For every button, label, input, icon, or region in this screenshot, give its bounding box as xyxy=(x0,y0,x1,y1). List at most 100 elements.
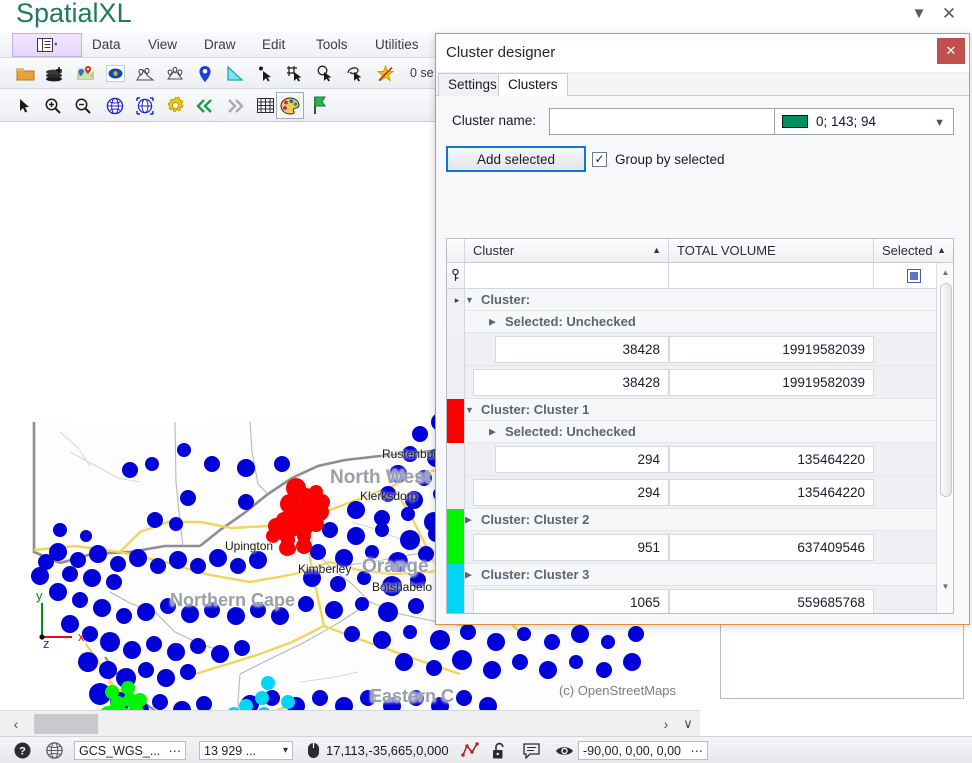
grid-group-row[interactable]: ▼Cluster: Cluster 1 xyxy=(447,399,953,421)
scroll-right-icon[interactable]: › xyxy=(658,715,674,733)
cell-total-volume[interactable]: 637409546 xyxy=(669,534,874,561)
grid-header-cluster[interactable]: Cluster ▲ xyxy=(465,239,669,262)
add-selected-button[interactable]: Add selected xyxy=(446,146,586,172)
crs-field[interactable]: GCS_WGS_... ⋯ xyxy=(74,737,186,763)
open-folder-icon[interactable] xyxy=(12,61,38,86)
select-rectangle-icon[interactable] xyxy=(282,61,308,86)
scroll-down-icon[interactable]: ∨ xyxy=(680,715,696,733)
grid-header-total-volume[interactable]: TOTAL VOLUME xyxy=(669,239,874,262)
cell-total-volume[interactable]: 135464220 xyxy=(669,479,874,506)
table-row[interactable]: 951637409546 xyxy=(447,531,953,564)
note-button[interactable] xyxy=(523,737,540,763)
map-pin-layer-icon[interactable] xyxy=(72,61,98,86)
grid-vertical-scrollbar[interactable]: ▲ ▼ xyxy=(936,263,953,613)
three-points-icon[interactable] xyxy=(162,61,188,86)
table-row[interactable]: 294135464220 xyxy=(447,443,953,476)
filter-checkbox-indeterminate[interactable] xyxy=(907,269,921,283)
bing-maps-icon[interactable] xyxy=(102,61,128,86)
window-minimize-button[interactable]: ▼ xyxy=(908,4,930,24)
group-by-selected-row[interactable]: ✓ Group by selected xyxy=(592,146,725,172)
map-horizontal-scrollbar[interactable]: ‹ › ∨ xyxy=(0,710,700,736)
select-lasso-icon[interactable] xyxy=(342,61,368,86)
scrollbar-thumb[interactable] xyxy=(34,714,98,734)
tab-clusters[interactable]: Clusters xyxy=(498,73,568,96)
select-circle-icon[interactable] xyxy=(312,61,338,86)
menu-draw[interactable]: Draw xyxy=(204,32,236,58)
clusters-grid[interactable]: Cluster ▲ TOTAL VOLUME Selected ▲ xyxy=(446,238,954,614)
previous-extent-icon[interactable] xyxy=(192,93,218,118)
table-row[interactable]: 3842819919582039 xyxy=(447,333,953,366)
crs-ellipsis-button[interactable]: ⋯ xyxy=(169,743,182,758)
palette-icon[interactable] xyxy=(276,92,304,119)
zoom-in-icon[interactable] xyxy=(40,93,66,118)
cell-cluster[interactable]: 294 xyxy=(495,446,669,473)
chevron-right-icon[interactable]: ▶ xyxy=(465,569,472,580)
zoom-out-icon[interactable] xyxy=(70,93,96,118)
coordinate-system-button[interactable] xyxy=(46,737,63,763)
add-layer-icon[interactable] xyxy=(42,61,68,86)
filter-cell-total-volume[interactable] xyxy=(669,263,874,288)
grid-scrollbar-thumb[interactable] xyxy=(940,283,952,497)
chevron-right-icon[interactable]: ▶ xyxy=(489,316,496,327)
chevron-down-icon[interactable]: ▾ xyxy=(283,745,288,756)
grid-header-selected[interactable]: Selected ▲ xyxy=(874,239,953,262)
tab-settings[interactable]: Settings xyxy=(438,73,507,96)
group-by-selected-checkbox[interactable]: ✓ xyxy=(592,152,607,167)
table-row[interactable]: 1065559685768 xyxy=(447,586,953,613)
grid-filter-row[interactable] xyxy=(447,263,953,289)
window-close-button[interactable]: ✕ xyxy=(938,4,960,24)
select-point-icon[interactable] xyxy=(252,61,278,86)
menu-view[interactable]: View xyxy=(148,32,177,58)
cluster-color-combo[interactable]: 0; 143; 94 ▼ xyxy=(774,108,954,135)
globe-extent-icon[interactable] xyxy=(132,93,158,118)
grid-group-row[interactable]: ▶Cluster: Cluster 2 xyxy=(447,509,953,531)
grid-group-row[interactable]: ▶Cluster: Cluster 3 xyxy=(447,564,953,586)
next-extent-icon[interactable] xyxy=(222,93,248,118)
gear-icon[interactable] xyxy=(162,93,188,118)
cluster-name-combo[interactable]: ▾ xyxy=(549,108,807,135)
two-points-icon[interactable] xyxy=(132,61,158,86)
cell-cluster[interactable]: 38428 xyxy=(495,336,669,363)
cell-total-volume[interactable]: 19919582039 xyxy=(669,369,874,396)
rotation-ellipsis-button[interactable]: ⋯ xyxy=(691,743,704,758)
ribbon-toggle-button[interactable] xyxy=(12,33,82,57)
menu-tools[interactable]: Tools xyxy=(316,32,348,58)
visibility-button[interactable] xyxy=(555,737,574,763)
menu-data[interactable]: Data xyxy=(92,32,121,58)
cell-cluster[interactable]: 294 xyxy=(473,479,669,506)
help-button[interactable]: ? xyxy=(14,737,31,763)
filter-cell-cluster[interactable] xyxy=(465,263,669,288)
right-dock-content-area[interactable] xyxy=(720,617,964,699)
grid-group-row[interactable]: ▼Cluster:▸ xyxy=(447,289,953,311)
measure-triangle-icon[interactable] xyxy=(222,61,248,86)
arrow-pointer-icon[interactable] xyxy=(12,93,38,118)
chevron-down-icon[interactable]: ▼ xyxy=(465,405,474,415)
scroll-up-icon[interactable]: ▲ xyxy=(937,265,954,279)
cell-total-volume[interactable]: 135464220 xyxy=(669,446,874,473)
lock-button[interactable] xyxy=(492,737,507,763)
cell-cluster[interactable]: 1065 xyxy=(473,589,669,613)
scroll-left-icon[interactable]: ‹ xyxy=(8,715,24,733)
cell-total-volume[interactable]: 559685768 xyxy=(669,589,874,613)
scale-combo[interactable]: 13 929 ... ▾ xyxy=(199,737,293,763)
chevron-right-icon[interactable]: ▶ xyxy=(465,514,472,525)
clear-selection-icon[interactable] xyxy=(372,61,398,86)
table-row[interactable]: 294135464220 xyxy=(447,476,953,509)
grid-icon[interactable] xyxy=(252,93,278,118)
dialog-close-button[interactable]: ✕ xyxy=(937,38,965,64)
chevron-down-icon[interactable]: ▼ xyxy=(465,295,474,305)
table-row[interactable]: 3842819919582039 xyxy=(447,366,953,399)
location-marker-icon[interactable] xyxy=(192,61,218,86)
bookmark-icon[interactable] xyxy=(305,92,333,119)
grid-group-row[interactable]: ▶Selected: Unchecked xyxy=(447,421,953,443)
globe-icon[interactable] xyxy=(102,93,128,118)
chevron-right-icon[interactable]: ▶ xyxy=(489,426,496,437)
cell-cluster[interactable]: 951 xyxy=(473,534,669,561)
filter-pin-icon[interactable] xyxy=(447,263,465,288)
scroll-down-icon[interactable]: ▼ xyxy=(937,579,954,593)
menu-edit[interactable]: Edit xyxy=(262,32,285,58)
cell-cluster[interactable]: 38428 xyxy=(473,369,669,396)
polyline-button[interactable] xyxy=(461,737,480,763)
rotation-field[interactable]: -90,00, 0,00, 0,00 ⋯ xyxy=(578,737,708,763)
cell-total-volume[interactable]: 19919582039 xyxy=(669,336,874,363)
